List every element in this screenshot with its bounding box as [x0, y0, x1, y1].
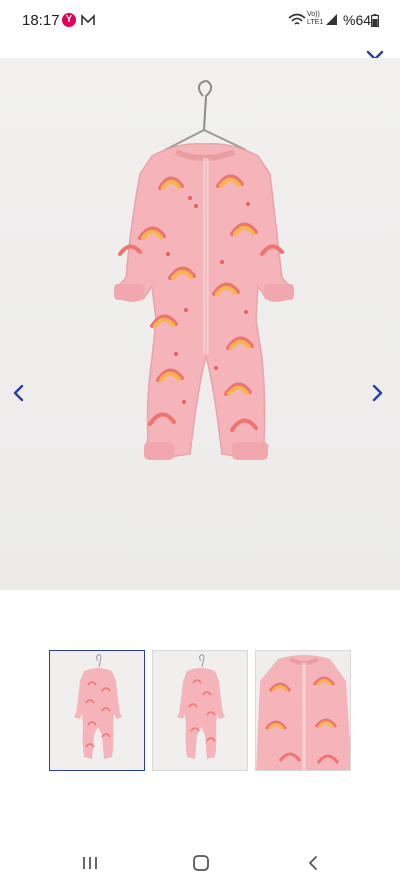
thumbnail-detail-image	[256, 651, 350, 770]
volte-indicator: Vo)) LTE1	[307, 11, 323, 27]
thumbnail-3[interactable]	[255, 650, 351, 771]
signal-icon	[326, 14, 337, 25]
system-navigation-bar	[0, 838, 400, 888]
mail-icon	[81, 14, 95, 25]
chevron-right-icon	[372, 384, 383, 402]
status-bar: 18:17 Y Vo)) LTE1 %64	[0, 0, 400, 40]
volte-bottom-label: LTE1	[307, 19, 324, 26]
thumbnail-front-alt-image	[177, 654, 225, 759]
battery-icon	[371, 14, 379, 27]
app-notification-icon: Y	[62, 13, 76, 27]
thumbnail-1[interactable]	[49, 650, 145, 771]
wifi-icon	[288, 13, 306, 25]
onesie-illustration	[114, 80, 294, 460]
product-image[interactable]	[0, 58, 400, 590]
next-image-button[interactable]	[366, 378, 388, 408]
volte-top-label: Vo))	[307, 11, 320, 18]
back-button[interactable]	[305, 854, 321, 872]
clock: 18:17	[22, 12, 60, 29]
home-button[interactable]	[191, 853, 211, 873]
thumbnail-front-image	[74, 654, 122, 759]
previous-image-button[interactable]	[8, 378, 30, 408]
recents-icon	[83, 857, 97, 869]
thumbnail-2[interactable]	[152, 650, 248, 771]
battery-percent: %64	[343, 12, 372, 28]
recents-button[interactable]	[80, 854, 100, 872]
home-icon	[193, 855, 209, 871]
chevron-left-icon	[13, 384, 24, 402]
back-icon	[309, 856, 317, 870]
